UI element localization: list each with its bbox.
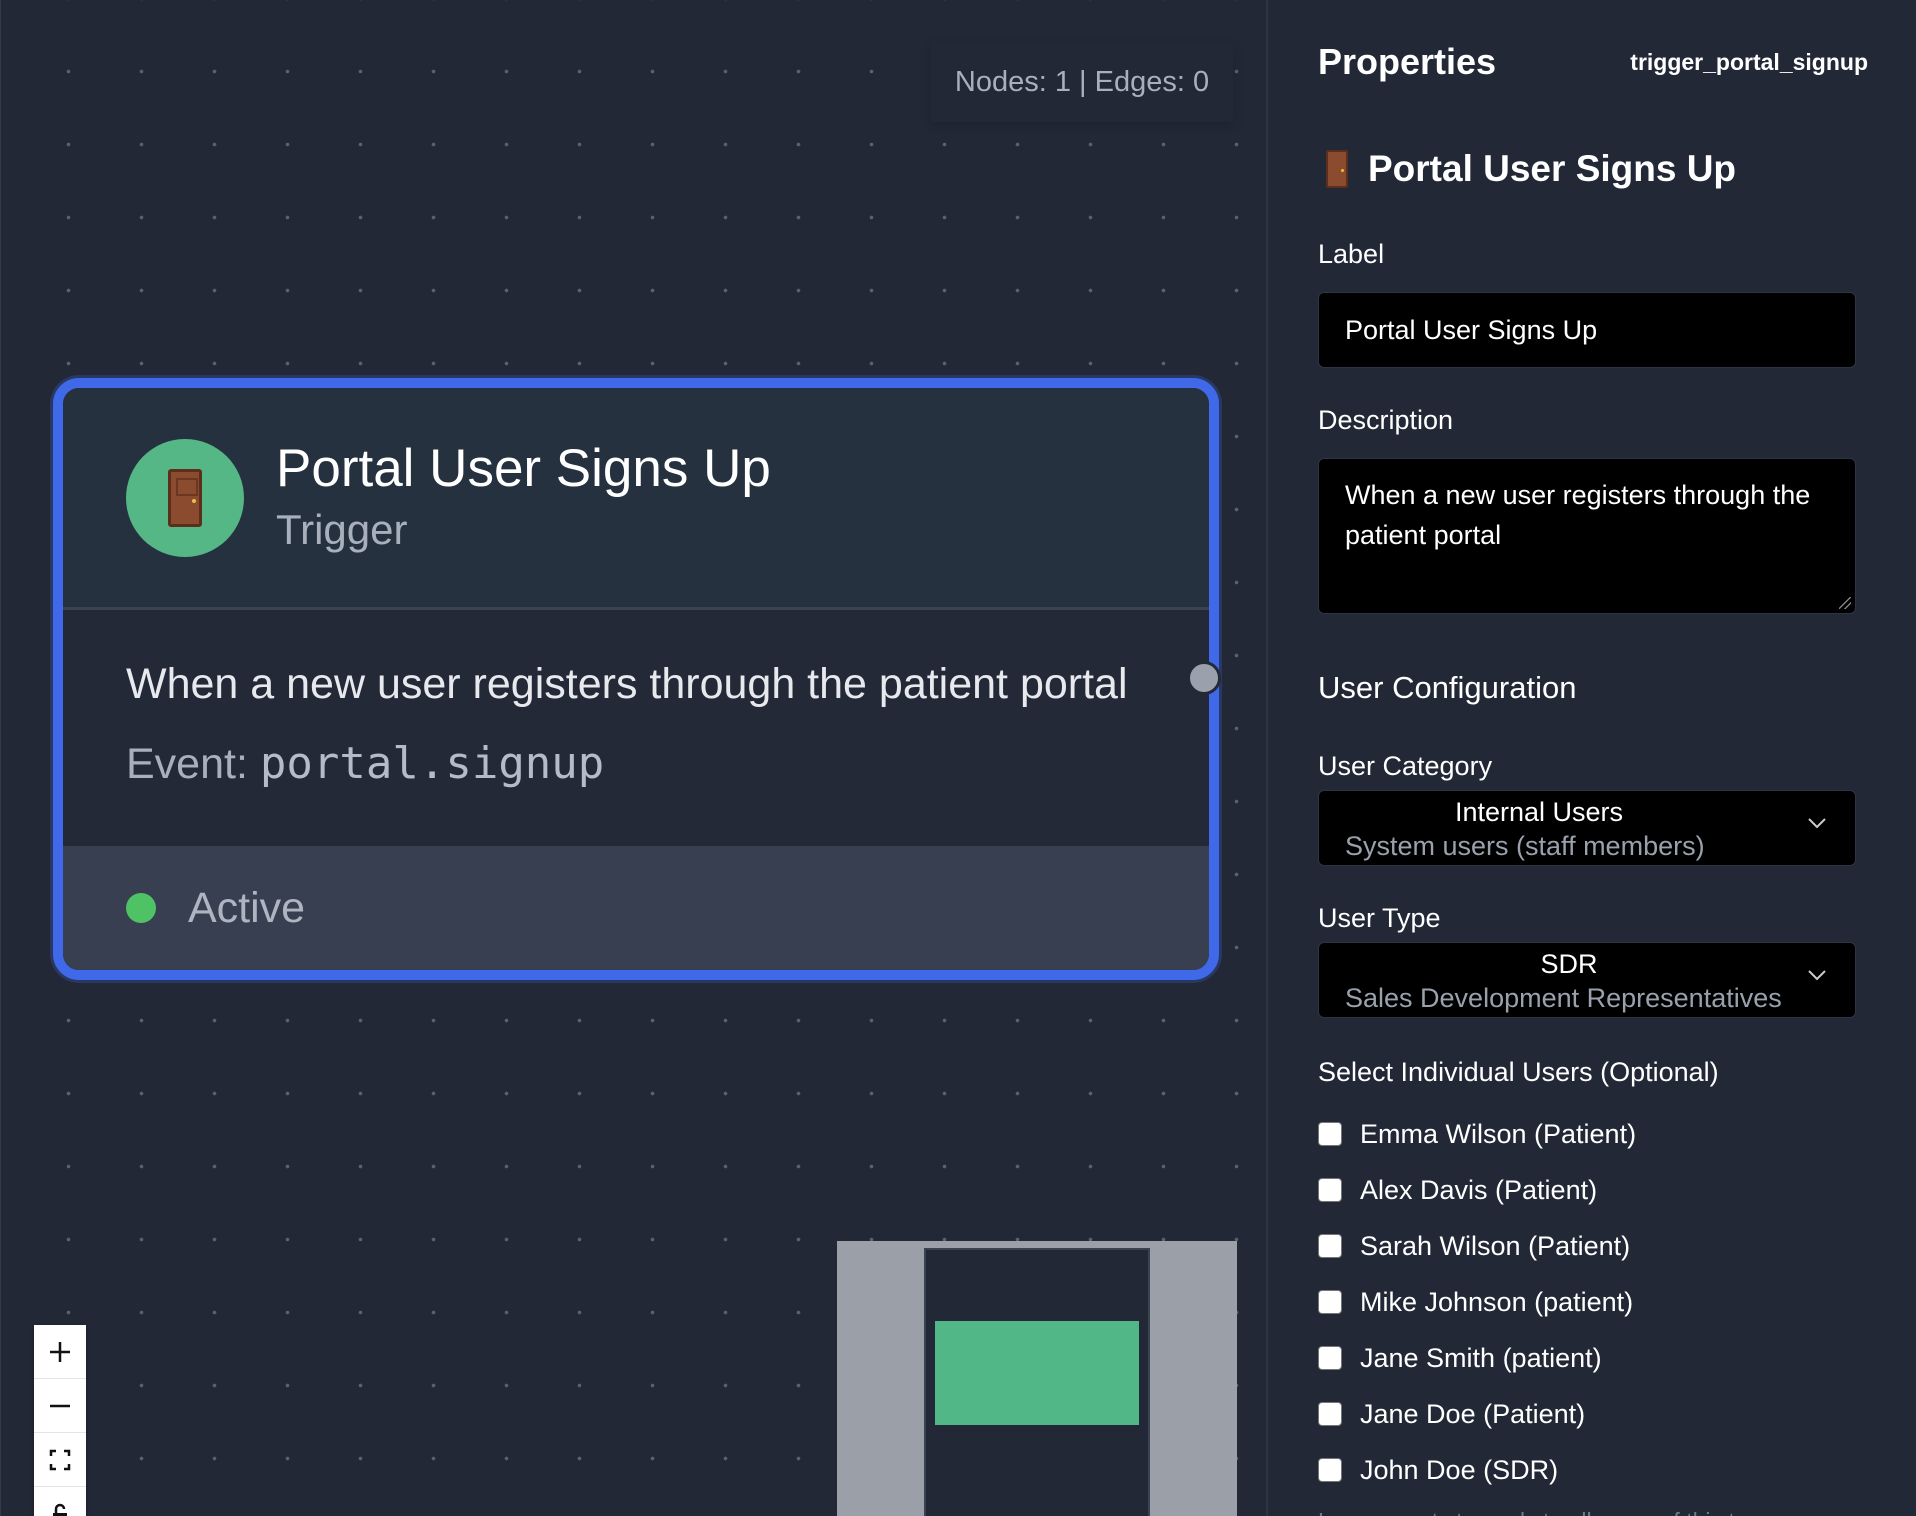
user-config-section-title: User Configuration [1318, 670, 1577, 705]
properties-panel: Properties trigger_portal_signup Portal … [1266, 0, 1916, 1516]
zoom-in-button[interactable] [34, 1325, 86, 1379]
panel-header: Properties trigger_portal_signup [1318, 0, 1868, 124]
status-dot [126, 893, 156, 923]
description-text: When a new user registers through the pa… [1345, 480, 1811, 550]
lock-icon [53, 1503, 67, 1516]
trigger-node[interactable]: Portal User Signs Up Trigger When a new … [53, 378, 1219, 980]
flow-canvas[interactable]: Nodes: 1 | Edges: 0 Portal User Signs Up… [0, 0, 1266, 1516]
user-checkbox[interactable] [1318, 1178, 1342, 1202]
node-type: Trigger [276, 505, 408, 553]
node-body: When a new user registers through the pa… [63, 610, 1209, 846]
lock-button[interactable] [34, 1487, 86, 1516]
user-option[interactable]: Mike Johnson (patient) [1318, 1274, 1868, 1330]
user-type-description: Sales Development Representatives [1345, 983, 1782, 1013]
user-checkbox[interactable] [1318, 1458, 1342, 1482]
minimap[interactable] [837, 1241, 1237, 1516]
node-icon-circle [126, 438, 244, 557]
user-option-label: Mike Johnson (patient) [1360, 1286, 1634, 1317]
fit-view-button[interactable] [34, 1433, 86, 1487]
door-icon [168, 468, 202, 527]
user-option-label: Jane Smith (patient) [1360, 1342, 1602, 1373]
user-checkbox[interactable] [1318, 1402, 1342, 1426]
user-category-value: Internal Users [1454, 797, 1624, 827]
chevron-down-icon [1808, 970, 1826, 981]
zoom-out-icon [50, 1404, 70, 1407]
user-option-label: Jane Doe (Patient) [1360, 1398, 1586, 1429]
node-status-bar: Active [63, 846, 1209, 970]
user-option[interactable]: Emma Wilson (Patient) [1318, 1106, 1868, 1162]
selected-node-heading: Portal User Signs Up [1318, 128, 1868, 210]
user-option[interactable]: John Doe (SDR) [1318, 1442, 1868, 1498]
user-checkbox-list: Emma Wilson (Patient) Alex Davis (Patien… [1318, 1106, 1868, 1498]
user-option-label: Alex Davis (Patient) [1360, 1174, 1598, 1205]
user-category-select[interactable]: Internal Users System users (staff membe… [1318, 790, 1856, 866]
description-field-label: Description [1318, 405, 1454, 435]
user-option[interactable]: Jane Doe (Patient) [1318, 1386, 1868, 1442]
user-type-select[interactable]: SDR Sales Development Representatives [1318, 942, 1856, 1018]
label-input[interactable]: Portal User Signs Up [1318, 292, 1856, 368]
door-icon [1326, 150, 1348, 188]
user-option-label: John Doe (SDR) [1360, 1454, 1559, 1485]
zoom-out-button[interactable] [34, 1379, 86, 1433]
panel-title: Properties [1318, 41, 1497, 82]
node-event: Event: portal.signup [126, 738, 1146, 789]
user-checkbox[interactable] [1318, 1234, 1342, 1258]
graph-stats: Nodes: 1 | Edges: 0 [931, 42, 1233, 122]
user-checkbox[interactable] [1318, 1346, 1342, 1370]
user-option-label: Emma Wilson (Patient) [1360, 1118, 1637, 1149]
label-field-label: Label [1318, 239, 1385, 269]
node-id: trigger_portal_signup [1630, 48, 1868, 75]
user-option[interactable]: Jane Smith (patient) [1318, 1330, 1868, 1386]
user-type-value: SDR [1540, 949, 1598, 979]
user-checkbox[interactable] [1318, 1122, 1342, 1146]
resize-handle-icon[interactable] [1839, 597, 1851, 609]
user-checkbox[interactable] [1318, 1290, 1342, 1314]
node-header: Portal User Signs Up Trigger [63, 388, 1209, 610]
node-output-handle[interactable] [1187, 661, 1221, 695]
user-category-label: User Category [1318, 751, 1493, 781]
selected-node-title: Portal User Signs Up [1368, 148, 1737, 189]
individual-users-label: Select Individual Users (Optional) [1318, 1057, 1719, 1087]
node-title: Portal User Signs Up [276, 438, 771, 498]
node-description: When a new user registers through the pa… [126, 660, 1128, 708]
canvas-controls [34, 1325, 86, 1516]
user-type-label: User Type [1318, 903, 1441, 933]
fit-view-icon [49, 1449, 71, 1470]
user-option[interactable]: Sarah Wilson (Patient) [1318, 1218, 1868, 1274]
minimap-node [935, 1321, 1139, 1425]
user-category-description: System users (staff members) [1345, 831, 1705, 861]
event-label: Event: [126, 740, 248, 788]
workflow-editor: Nodes: 1 | Edges: 0 Portal User Signs Up… [0, 0, 1916, 1516]
users-hint: Leave empty to apply to all users of thi… [1318, 1508, 1868, 1516]
description-textarea[interactable]: When a new user registers through the pa… [1318, 458, 1856, 614]
user-option[interactable]: Alex Davis (Patient) [1318, 1162, 1868, 1218]
zoom-in-icon [50, 1341, 70, 1362]
chevron-down-icon [1808, 818, 1826, 829]
status-label: Active [188, 883, 306, 932]
event-code: portal.signup [259, 738, 605, 789]
user-option-label: Sarah Wilson (Patient) [1360, 1230, 1631, 1261]
